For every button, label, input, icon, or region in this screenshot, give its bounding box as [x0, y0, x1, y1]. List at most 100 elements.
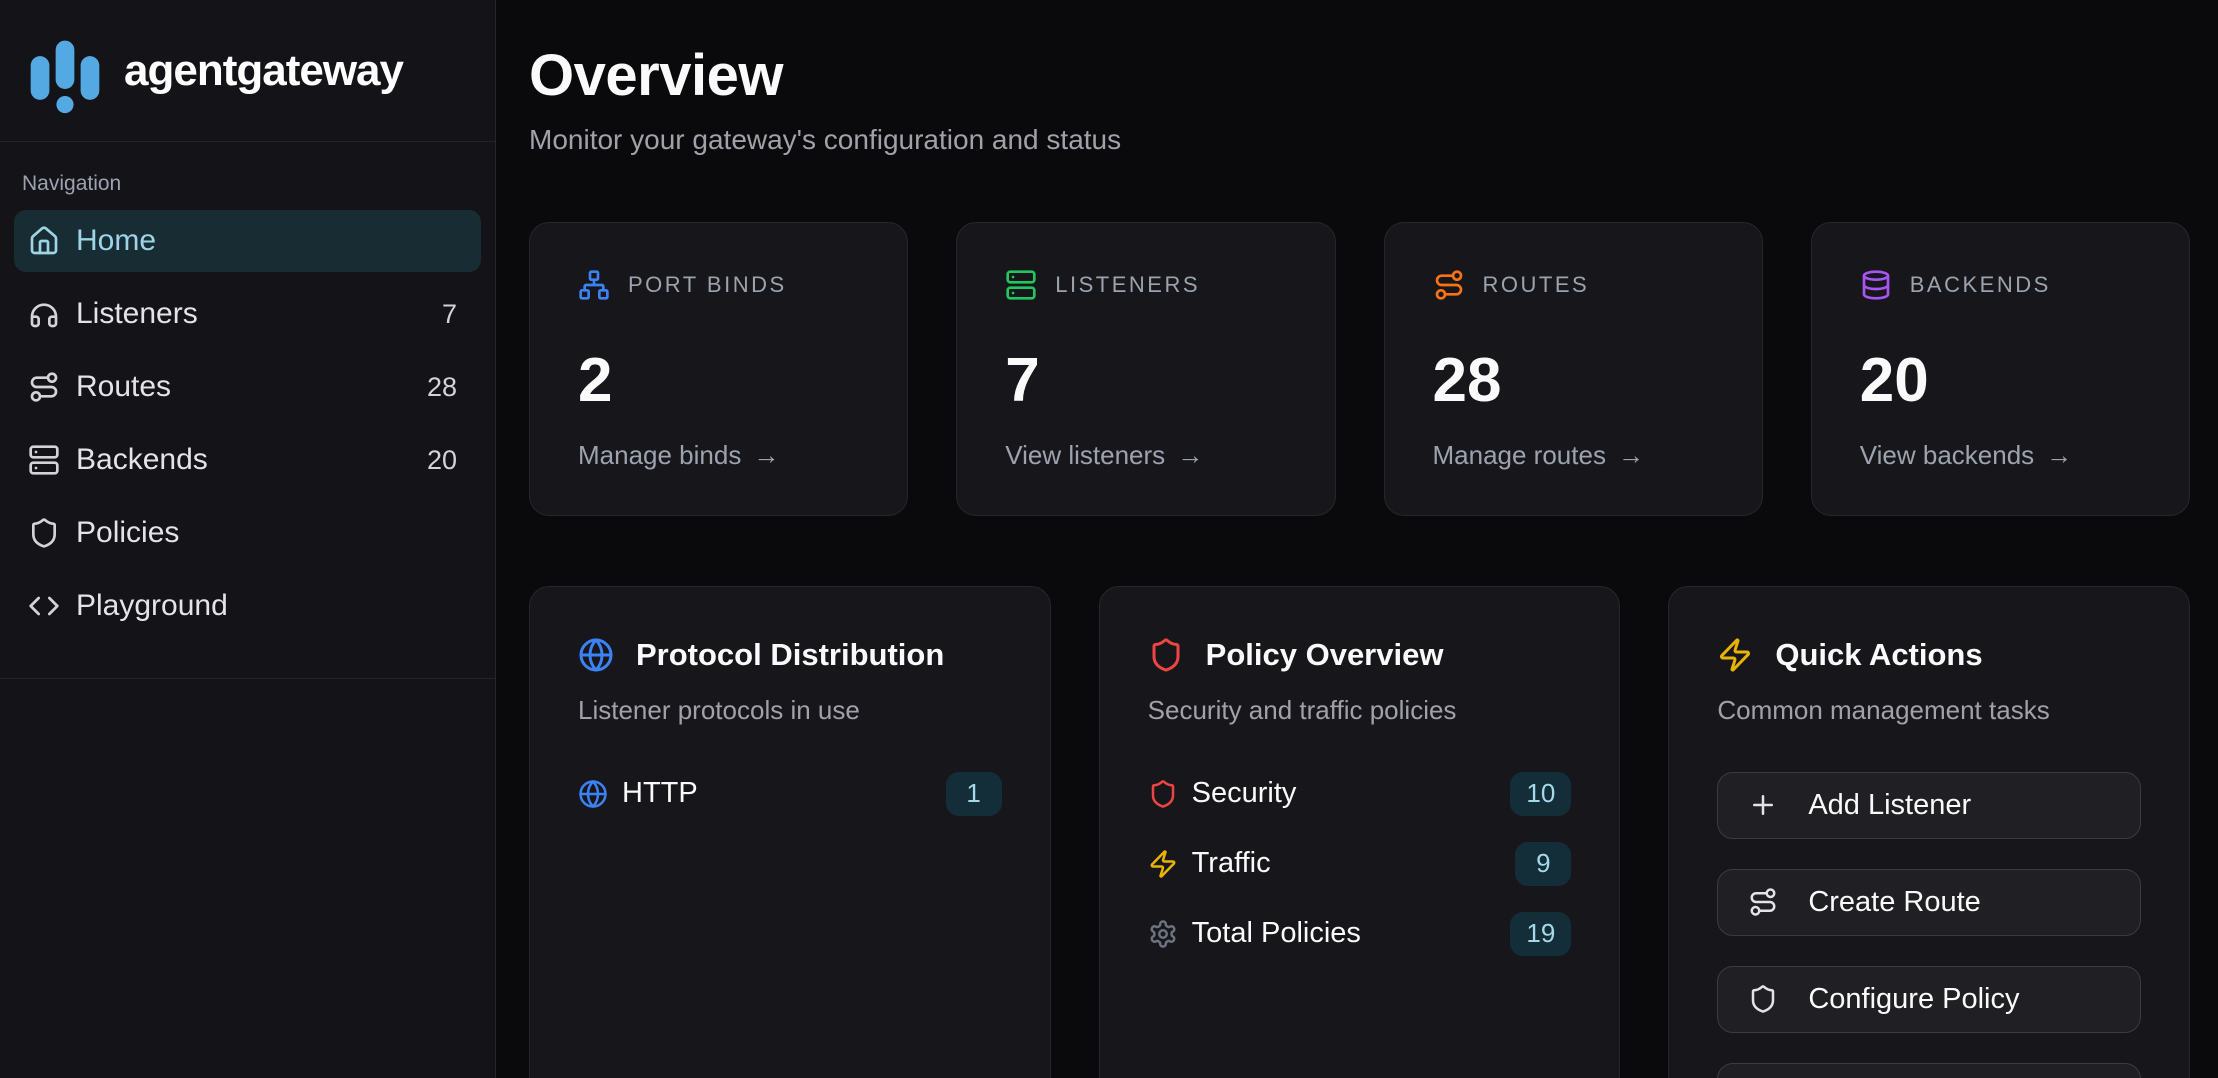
action-label: Create Route: [1808, 886, 1981, 919]
policy-row-traffic: Traffic 9: [1148, 842, 1572, 886]
stat-link-label: Manage binds: [578, 440, 741, 471]
sidebar-count-listeners: 7: [442, 299, 457, 330]
stat-value: 2: [578, 345, 859, 416]
policy-label: Security: [1192, 777, 1297, 810]
policy-label: Traffic: [1192, 847, 1271, 880]
sidebar-item-home[interactable]: Home: [14, 210, 481, 272]
database-icon: [1860, 269, 1892, 301]
sidebar-item-playground[interactable]: Playground: [14, 575, 481, 637]
add-listener-button[interactable]: Add Listener: [1717, 772, 2141, 839]
panel-header: Policy Overview: [1148, 637, 1572, 673]
stat-label: ROUTES: [1483, 272, 1590, 298]
sidebar-item-policies[interactable]: Policies: [14, 502, 481, 564]
policy-rows: Security 10 Traffic 9 Total Policies 19: [1148, 772, 1572, 956]
agentgateway-logo-icon: [26, 28, 104, 114]
sidebar-item-routes[interactable]: Routes 28: [14, 356, 481, 418]
create-route-button[interactable]: Create Route: [1717, 869, 2141, 936]
view-backends-link[interactable]: View backends →: [1860, 440, 2072, 471]
code-icon: [28, 590, 60, 622]
main-content: Overview Monitor your gateway's configur…: [497, 0, 2218, 1078]
view-listeners-link[interactable]: View listeners →: [1005, 440, 1203, 471]
stat-card-header: BACKENDS: [1860, 269, 2141, 301]
sidebar-item-label: Listeners: [76, 297, 198, 331]
zap-icon: [1148, 849, 1178, 879]
sidebar-item-label: Policies: [76, 516, 179, 550]
brand-name: agentgateway: [124, 46, 403, 96]
protocol-rows: HTTP 1: [578, 772, 1002, 816]
shield-icon: [1148, 637, 1184, 673]
quick-action-button-partial[interactable]: [1717, 1063, 2141, 1078]
panel-title: Policy Overview: [1206, 637, 1444, 673]
stat-card-backends: BACKENDS 20 View backends →: [1811, 222, 2190, 516]
page-subtitle: Monitor your gateway's configuration and…: [529, 124, 2190, 156]
stats-grid: PORT BINDS 2 Manage binds → LISTENERS 7 …: [529, 222, 2190, 516]
headphones-icon: [28, 298, 60, 330]
action-label: Add Listener: [1808, 789, 1971, 822]
brand: agentgateway: [0, 0, 495, 142]
stat-card-listeners: LISTENERS 7 View listeners →: [956, 222, 1335, 516]
sidebar: agentgateway Navigation Home Listeners 7…: [0, 0, 496, 1078]
arrow-right-icon: →: [1177, 440, 1203, 471]
nav-section-label: Navigation: [14, 172, 481, 196]
arrow-right-icon: →: [2046, 440, 2072, 471]
globe-icon: [578, 637, 614, 673]
sidebar-item-label: Routes: [76, 370, 171, 404]
stat-label: BACKENDS: [1910, 272, 2051, 298]
stat-link-label: Manage routes: [1433, 440, 1606, 471]
sidebar-item-backends[interactable]: Backends 20: [14, 429, 481, 491]
page-title: Overview: [529, 44, 2190, 108]
policy-count-badge: 9: [1515, 842, 1571, 886]
shield-icon: [1148, 779, 1178, 809]
route-icon: [1433, 269, 1465, 301]
stat-card-port-binds: PORT BINDS 2 Manage binds →: [529, 222, 908, 516]
sidebar-nav: Navigation Home Listeners 7 Routes 28: [0, 142, 495, 679]
network-icon: [578, 269, 610, 301]
policy-row-security: Security 10: [1148, 772, 1572, 816]
stat-link-label: View listeners: [1005, 440, 1165, 471]
gear-icon: [1148, 919, 1178, 949]
action-label: Configure Policy: [1808, 983, 2019, 1016]
zap-icon: [1717, 637, 1753, 673]
sidebar-count-routes: 28: [427, 372, 457, 403]
sidebar-item-listeners[interactable]: Listeners 7: [14, 283, 481, 345]
panel-header: Quick Actions: [1717, 637, 2141, 673]
globe-icon: [578, 779, 608, 809]
quick-actions-list: Add Listener Create Route Configure Poli…: [1717, 772, 2141, 1078]
sidebar-item-label: Backends: [76, 443, 208, 477]
stat-card-header: LISTENERS: [1005, 269, 1286, 301]
shield-icon: [1748, 984, 1778, 1014]
quick-actions-panel: Quick Actions Common management tasks Ad…: [1668, 586, 2190, 1078]
stat-value: 20: [1860, 345, 2141, 416]
configure-policy-button[interactable]: Configure Policy: [1717, 966, 2141, 1033]
panel-title: Quick Actions: [1775, 637, 1982, 673]
arrow-right-icon: →: [1618, 440, 1644, 471]
sidebar-item-label: Playground: [76, 589, 228, 623]
policy-label: Total Policies: [1192, 917, 1361, 950]
plus-icon: [1748, 790, 1778, 820]
manage-routes-link[interactable]: Manage routes →: [1433, 440, 1644, 471]
panel-subtitle: Common management tasks: [1717, 695, 2141, 726]
policy-overview-panel: Policy Overview Security and traffic pol…: [1099, 586, 1621, 1078]
panel-subtitle: Listener protocols in use: [578, 695, 1002, 726]
manage-binds-link[interactable]: Manage binds →: [578, 440, 779, 471]
route-icon: [28, 371, 60, 403]
house-icon: [28, 225, 60, 257]
shield-icon: [28, 517, 60, 549]
sidebar-count-backends: 20: [427, 445, 457, 476]
policy-row-total: Total Policies 19: [1148, 912, 1572, 956]
protocol-distribution-panel: Protocol Distribution Listener protocols…: [529, 586, 1051, 1078]
protocol-label: HTTP: [622, 777, 698, 810]
panel-subtitle: Security and traffic policies: [1148, 695, 1572, 726]
sidebar-item-label: Home: [76, 224, 156, 258]
stat-label: PORT BINDS: [628, 272, 787, 298]
arrow-right-icon: →: [753, 440, 779, 471]
panels-grid: Protocol Distribution Listener protocols…: [529, 586, 2190, 1078]
protocol-row-http: HTTP 1: [578, 772, 1002, 816]
server-icon: [28, 444, 60, 476]
stat-value: 7: [1005, 345, 1286, 416]
stat-card-header: ROUTES: [1433, 269, 1714, 301]
stat-value: 28: [1433, 345, 1714, 416]
route-icon: [1748, 887, 1778, 917]
stat-link-label: View backends: [1860, 440, 2034, 471]
stat-card-routes: ROUTES 28 Manage routes →: [1384, 222, 1763, 516]
